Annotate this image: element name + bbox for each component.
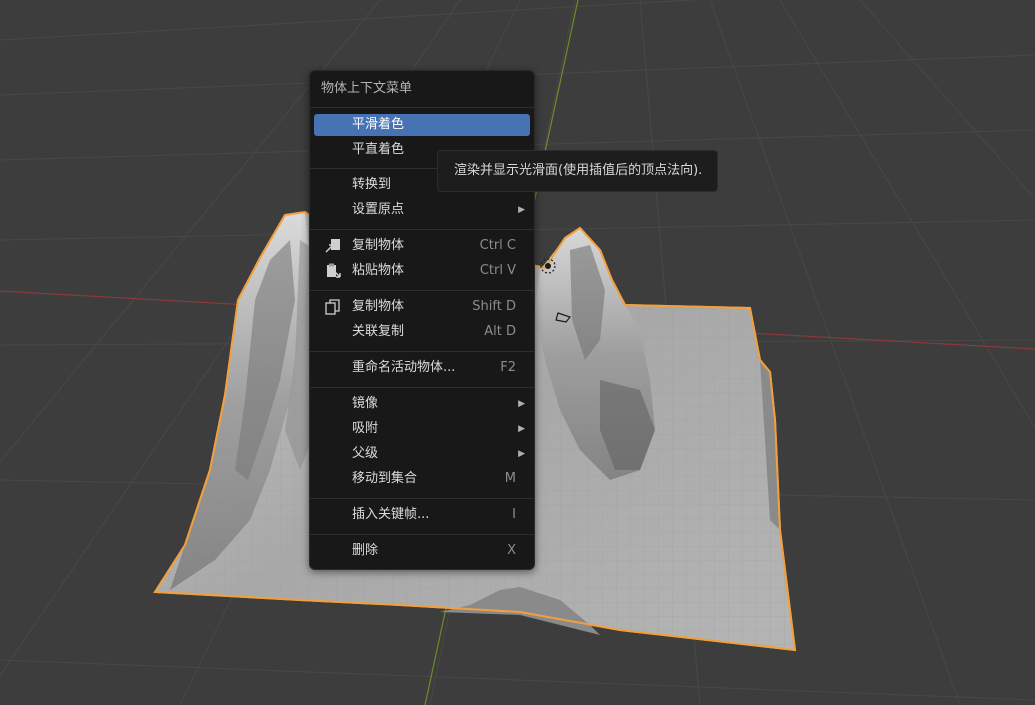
menu-item-label: 重命名活动物体... [352,360,456,375]
menu-separator [310,387,534,388]
submenu-arrow-icon: ▶ [518,424,525,434]
menu-item-label: 设置原点 [352,202,405,217]
menu-separator [310,290,534,291]
tooltip: 渲染并显示光滑面(使用插值后的顶点法向). [437,150,718,192]
menu-item-paste-objects[interactable]: 粘贴物体 Ctrl V [314,260,530,282]
submenu-arrow-icon: ▶ [518,205,525,215]
menu-item-label: 吸附 [352,421,379,436]
menu-item-set-origin[interactable]: 设置原点 ▶ [314,199,530,221]
menu-item-label: 插入关键帧... [352,507,430,522]
menu-item-shortcut: M [504,471,516,486]
menu-item-shortcut: Ctrl V [479,263,516,278]
menu-item-duplicate-linked[interactable]: 关联复制 Alt D [314,321,530,343]
menu-separator [310,534,534,535]
object-context-menu: 物体上下文菜单 平滑着色 平直着色 转换到 设置原点 ▶ 复制物体 Ctrl C… [309,70,535,570]
duplicate-icon [325,299,340,315]
submenu-arrow-icon: ▶ [518,449,525,459]
menu-item-insert-keyframe[interactable]: 插入关键帧... I [314,504,530,526]
menu-item-label: 父级 [352,446,379,461]
menu-item-label: 平直着色 [352,142,405,157]
menu-item-move-to-collection[interactable]: 移动到集合 M [314,468,530,490]
menu-item-shortcut: F2 [500,360,516,375]
menu-item-label: 移动到集合 [352,471,418,486]
menu-separator [310,107,534,108]
copy-to-buffer-icon [325,239,340,253]
menu-item-label: 关联复制 [352,324,405,339]
menu-item-snap[interactable]: 吸附 ▶ [314,418,530,440]
menu-item-shortcut: Alt D [484,324,516,339]
menu-item-label: 复制物体 [352,238,405,253]
menu-item-label: 粘贴物体 [352,263,405,278]
menu-item-delete[interactable]: 删除 X [314,540,530,562]
paste-from-buffer-icon [327,263,341,278]
menu-item-label: 镜像 [352,396,379,411]
menu-item-label: 转换到 [352,177,392,192]
menu-item-shortcut: Shift D [472,299,516,314]
menu-item-shortcut: Ctrl C [479,238,516,253]
menu-item-shortcut: X [507,543,516,558]
menu-separator [310,229,534,230]
menu-item-label: 平滑着色 [352,117,405,132]
menu-item-parent[interactable]: 父级 ▶ [314,443,530,465]
menu-item-mirror[interactable]: 镜像 ▶ [314,393,530,415]
menu-separator [310,498,534,499]
menu-item-label: 删除 [352,543,379,558]
menu-separator [310,351,534,352]
menu-item-shade-smooth[interactable]: 平滑着色 [314,114,530,136]
menu-title: 物体上下文菜单 [321,81,413,96]
menu-item-copy-objects[interactable]: 复制物体 Ctrl C [314,235,530,257]
menu-item-rename-active[interactable]: 重命名活动物体... F2 [314,357,530,379]
menu-item-shortcut: I [512,507,516,522]
submenu-arrow-icon: ▶ [518,399,525,409]
menu-item-duplicate-objects[interactable]: 复制物体 Shift D [314,296,530,318]
menu-item-label: 复制物体 [352,299,405,314]
